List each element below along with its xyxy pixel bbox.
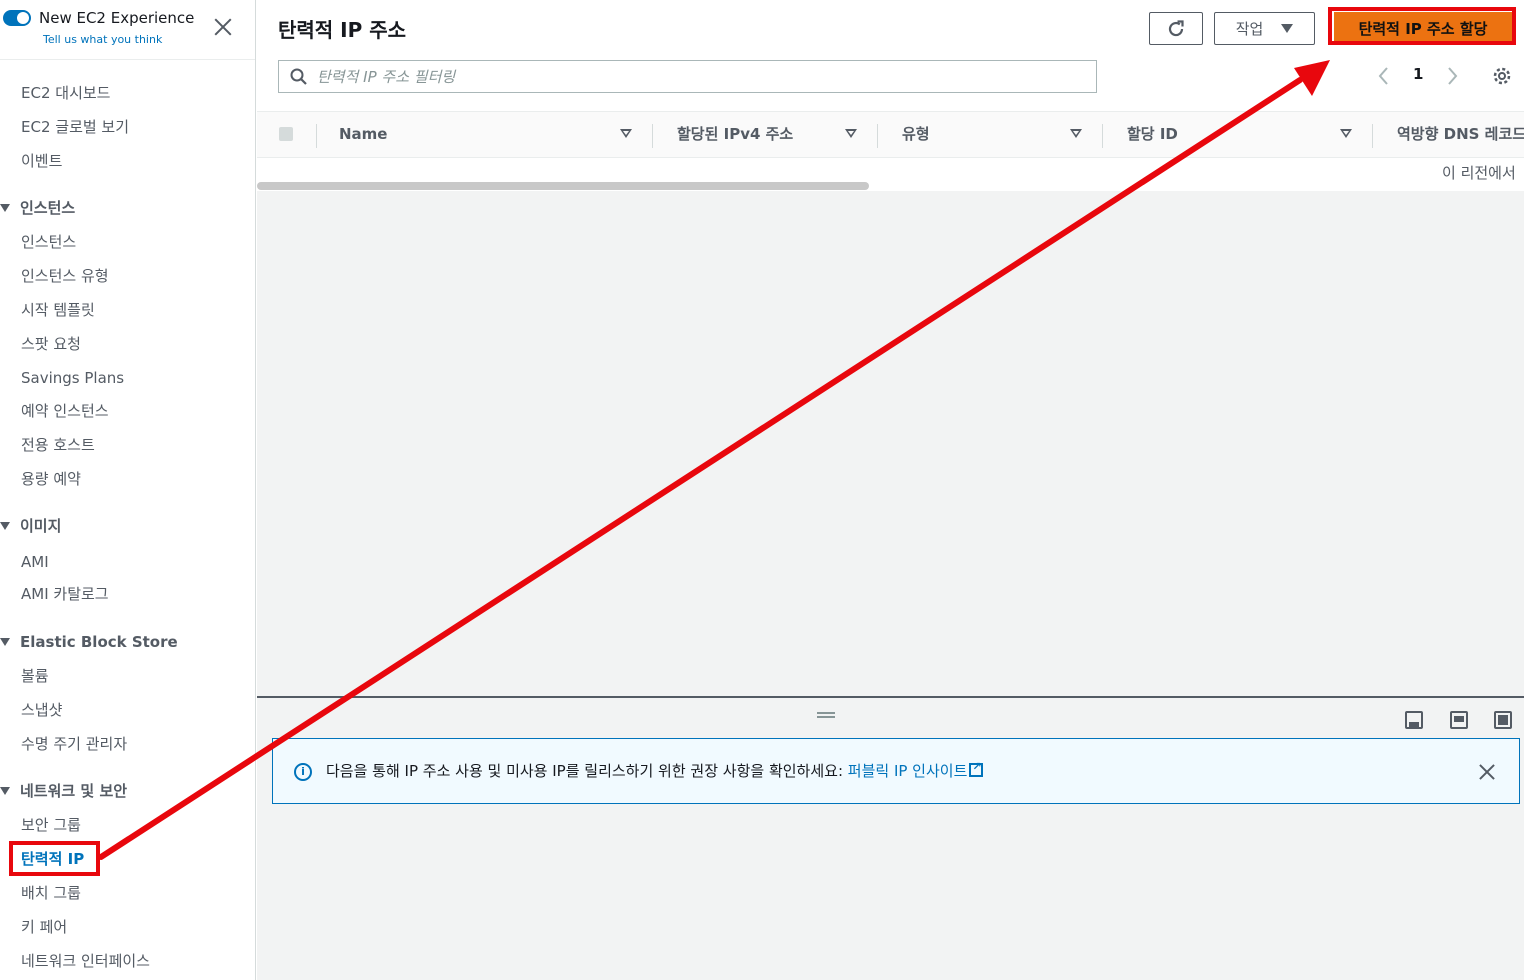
annotation-box-allocate (1328, 7, 1516, 45)
sidebar-item-instance-types[interactable]: 인스턴스 유형 (21, 265, 109, 287)
new-experience-toggle[interactable] (3, 10, 31, 26)
sidebar-header: New EC2 Experience Tell us what you thin… (0, 0, 255, 60)
sidebar-item-capacity-reservations[interactable]: 용량 예약 (21, 468, 81, 490)
info-icon: i (294, 763, 312, 781)
annotation-box-elastic-ip (9, 841, 100, 876)
empty-table-message: 이 리전에서 (1442, 164, 1516, 182)
sidebar-item-savings-plans[interactable]: Savings Plans (21, 367, 124, 389)
actions-dropdown[interactable]: 작업 (1214, 12, 1315, 45)
split-bottom-icon[interactable] (1405, 711, 1423, 729)
sidebar-item-key-pairs[interactable]: 키 페어 (21, 916, 67, 938)
caret-down-icon (0, 787, 10, 795)
sidebar-item-reserved-instances[interactable]: 예약 인스턴스 (21, 400, 109, 422)
table-panel: 탄력적 IP 주소 작업 탄력적 IP 주소 할당 1 (257, 0, 1524, 191)
sidebar-item-network-interfaces[interactable]: 네트워크 인터페이스 (21, 950, 150, 972)
ec2-console: New EC2 Experience Tell us what you thin… (0, 0, 1524, 980)
prev-page-button[interactable] (1376, 64, 1392, 88)
table-header: Name 할당된 IPv4 주소 유형 할당 ID 역방향 DNS 레코드 (257, 111, 1524, 158)
horizontal-scrollbar[interactable] (257, 182, 869, 190)
page-title: 탄력적 IP 주소 (278, 18, 407, 42)
sidebar-item-events[interactable]: 이벤트 (21, 150, 62, 172)
column-ipv4[interactable]: 할당된 IPv4 주소 (677, 112, 793, 159)
gear-icon (1493, 67, 1511, 85)
caret-down-icon (0, 204, 10, 212)
preferences-button[interactable] (1492, 66, 1512, 86)
sidebar-item-dedicated-hosts[interactable]: 전용 호스트 (21, 434, 95, 456)
column-reverse-dns[interactable]: 역방향 DNS 레코드 (1397, 112, 1524, 159)
close-icon[interactable] (210, 14, 236, 40)
column-allocation-id[interactable]: 할당 ID (1127, 112, 1178, 159)
split-side-icon[interactable] (1450, 711, 1468, 729)
sort-icon[interactable] (1340, 129, 1352, 138)
refresh-button[interactable] (1149, 12, 1203, 45)
column-name[interactable]: Name (339, 112, 387, 159)
sidebar: New EC2 Experience Tell us what you thin… (0, 0, 256, 980)
external-link-icon (969, 760, 984, 777)
split-divider[interactable] (257, 696, 1524, 698)
search-input[interactable] (317, 61, 1077, 92)
actions-label: 작업 (1235, 20, 1264, 38)
chevron-left-icon (1378, 67, 1388, 85)
sidebar-item-placement-groups[interactable]: 배치 그룹 (21, 882, 81, 904)
sidebar-item-volumes[interactable]: 볼륨 (21, 665, 49, 687)
sort-icon[interactable] (1070, 129, 1082, 138)
sidebar-item-global-view[interactable]: EC2 글로벌 보기 (21, 116, 129, 138)
next-page-button[interactable] (1444, 64, 1460, 88)
page-number[interactable]: 1 (1413, 65, 1423, 83)
sidebar-item-snapshots[interactable]: 스냅샷 (21, 699, 62, 721)
public-ip-insights-link[interactable]: 퍼블릭 IP 인사이트 (848, 762, 968, 780)
alert-message: 다음을 통해 IP 주소 사용 및 미사용 IP를 릴리스하기 위한 권장 사항… (326, 760, 984, 781)
column-type[interactable]: 유형 (902, 112, 930, 159)
refresh-icon (1168, 19, 1184, 36)
sidebar-section-instances[interactable]: 인스턴스 (0, 197, 75, 219)
sidebar-item-spot-requests[interactable]: 스팟 요청 (21, 333, 81, 355)
sidebar-item-instances[interactable]: 인스턴스 (21, 231, 76, 253)
sort-icon[interactable] (845, 129, 857, 138)
select-all-checkbox[interactable] (279, 127, 293, 141)
split-full-icon[interactable] (1494, 711, 1512, 729)
search-bar (278, 60, 1097, 93)
sidebar-section-images[interactable]: 이미지 (0, 515, 61, 537)
drag-handle-icon[interactable] (817, 712, 835, 718)
new-experience-title: New EC2 Experience (39, 9, 195, 27)
close-icon[interactable] (1475, 760, 1499, 784)
feedback-link[interactable]: Tell us what you think (43, 33, 162, 46)
sidebar-item-dashboard[interactable]: EC2 대시보드 (21, 82, 110, 104)
search-icon (290, 68, 307, 85)
sidebar-item-launch-templates[interactable]: 시작 템플릿 (21, 299, 95, 321)
sidebar-section-ebs[interactable]: Elastic Block Store (0, 631, 178, 653)
caret-down-icon (1281, 24, 1294, 33)
caret-down-icon (0, 638, 10, 646)
chevron-right-icon (1448, 67, 1458, 85)
sidebar-item-ami-catalog[interactable]: AMI 카탈로그 (21, 583, 109, 605)
sidebar-item-ami[interactable]: AMI (21, 551, 49, 573)
sidebar-section-network-security[interactable]: 네트워크 및 보안 (0, 780, 127, 802)
sidebar-item-lifecycle-manager[interactable]: 수명 주기 관리자 (21, 733, 127, 755)
info-alert: i 다음을 통해 IP 주소 사용 및 미사용 IP를 릴리스하기 위한 권장 … (272, 738, 1520, 804)
sort-icon[interactable] (620, 129, 632, 138)
main-content: 탄력적 IP 주소 작업 탄력적 IP 주소 할당 1 (257, 0, 1524, 980)
caret-down-icon (0, 522, 10, 530)
sidebar-item-security-groups[interactable]: 보안 그룹 (21, 814, 81, 836)
